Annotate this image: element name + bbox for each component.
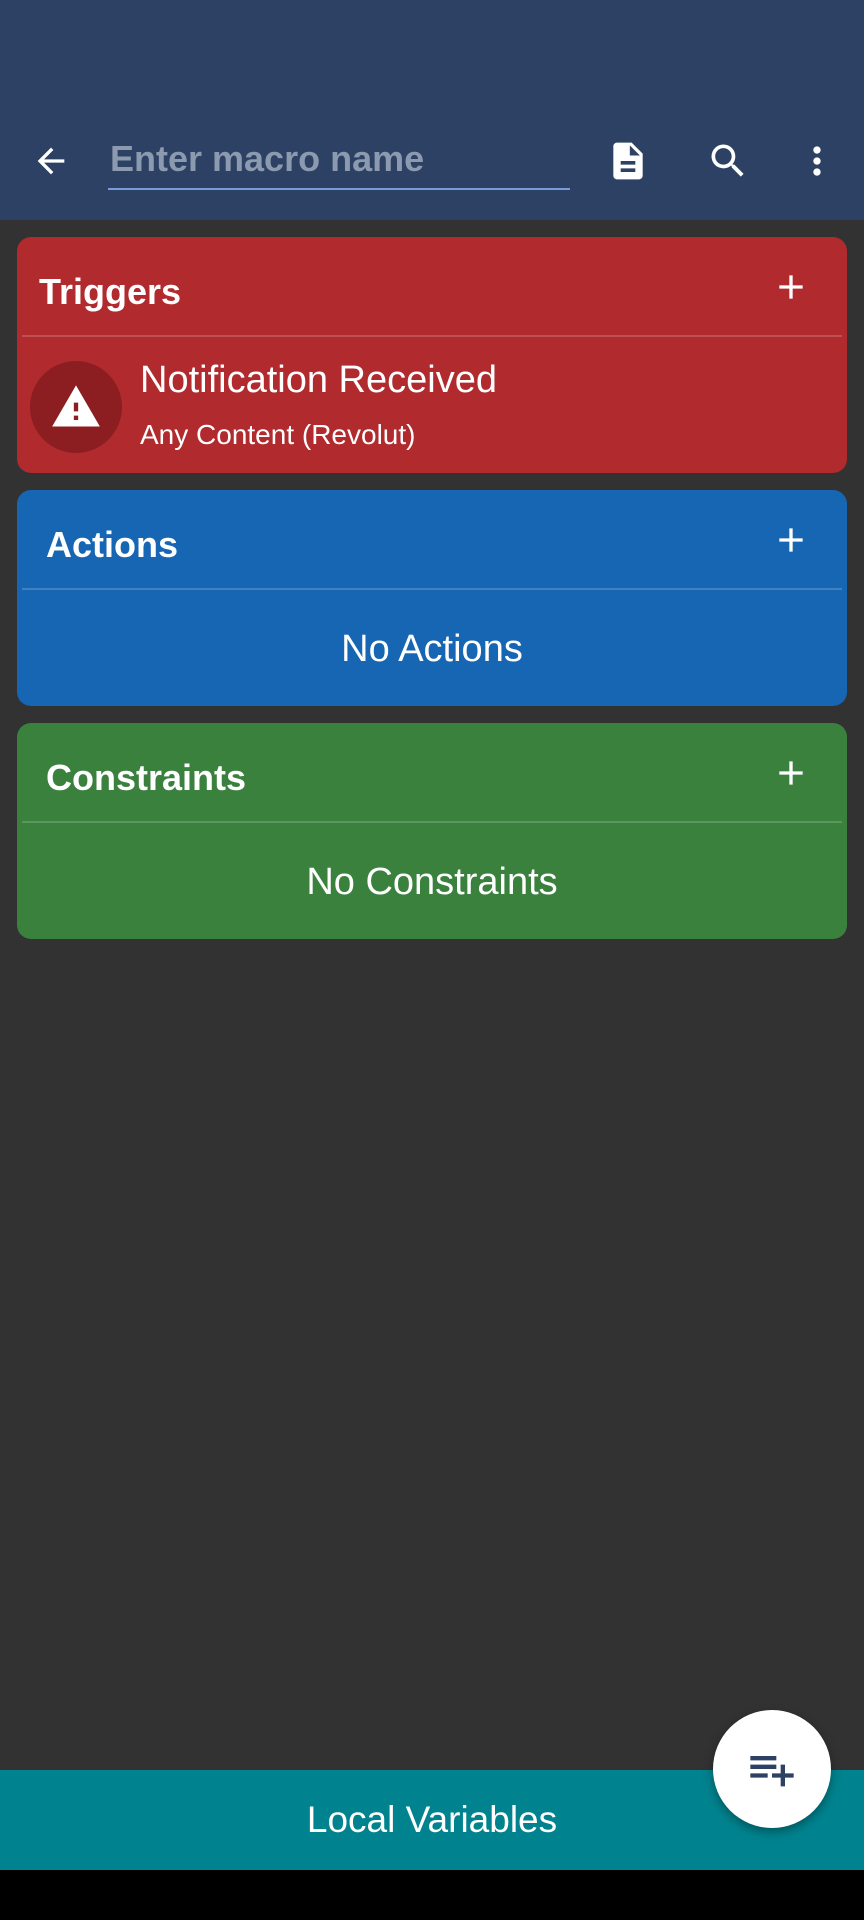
triggers-card: Triggers Notification Received Any Conte… — [17, 237, 847, 473]
system-nav-bar — [0, 1870, 864, 1920]
search-button[interactable] — [693, 126, 763, 196]
warning-icon — [52, 385, 100, 427]
plus-icon — [779, 528, 803, 552]
trigger-title: Notification Received — [140, 359, 497, 401]
constraints-card: Constraints No Constraints — [17, 723, 847, 939]
no-constraints-label: No Constraints — [306, 861, 558, 903]
description-button[interactable] — [593, 126, 663, 196]
add-constraint-button[interactable] — [761, 743, 821, 803]
more-options-button[interactable] — [782, 126, 852, 196]
app-bar — [0, 0, 864, 220]
divider — [22, 821, 842, 823]
triggers-title: Triggers — [39, 271, 182, 312]
trigger-subtitle: Any Content (Revolut) — [140, 419, 416, 450]
more-vert-icon — [813, 146, 821, 176]
trigger-item[interactable]: Notification Received Any Content (Revol… — [17, 337, 847, 473]
back-button[interactable] — [16, 126, 86, 196]
macro-name-input[interactable] — [108, 130, 570, 190]
toolbar — [0, 120, 864, 202]
actions-card: Actions No Actions — [17, 490, 847, 706]
no-actions-label: No Actions — [341, 628, 523, 670]
constraints-header: Constraints — [17, 723, 847, 823]
actions-header: Actions — [17, 490, 847, 590]
plus-icon — [779, 761, 803, 785]
divider — [22, 588, 842, 590]
local-variables-label: Local Variables — [306, 1799, 558, 1840]
trigger-warning-badge[interactable] — [30, 361, 122, 453]
triggers-header: Triggers — [17, 237, 847, 337]
add-trigger-button[interactable] — [761, 257, 821, 317]
add-to-list-fab[interactable] — [713, 1710, 831, 1828]
actions-title: Actions — [46, 524, 179, 565]
plus-icon — [779, 275, 803, 299]
constraints-title: Constraints — [46, 757, 247, 798]
arrow-back-icon — [37, 147, 65, 175]
document-icon — [613, 142, 643, 180]
add-action-button[interactable] — [761, 510, 821, 570]
playlist-add-icon — [750, 1756, 794, 1787]
search-icon — [711, 144, 744, 177]
